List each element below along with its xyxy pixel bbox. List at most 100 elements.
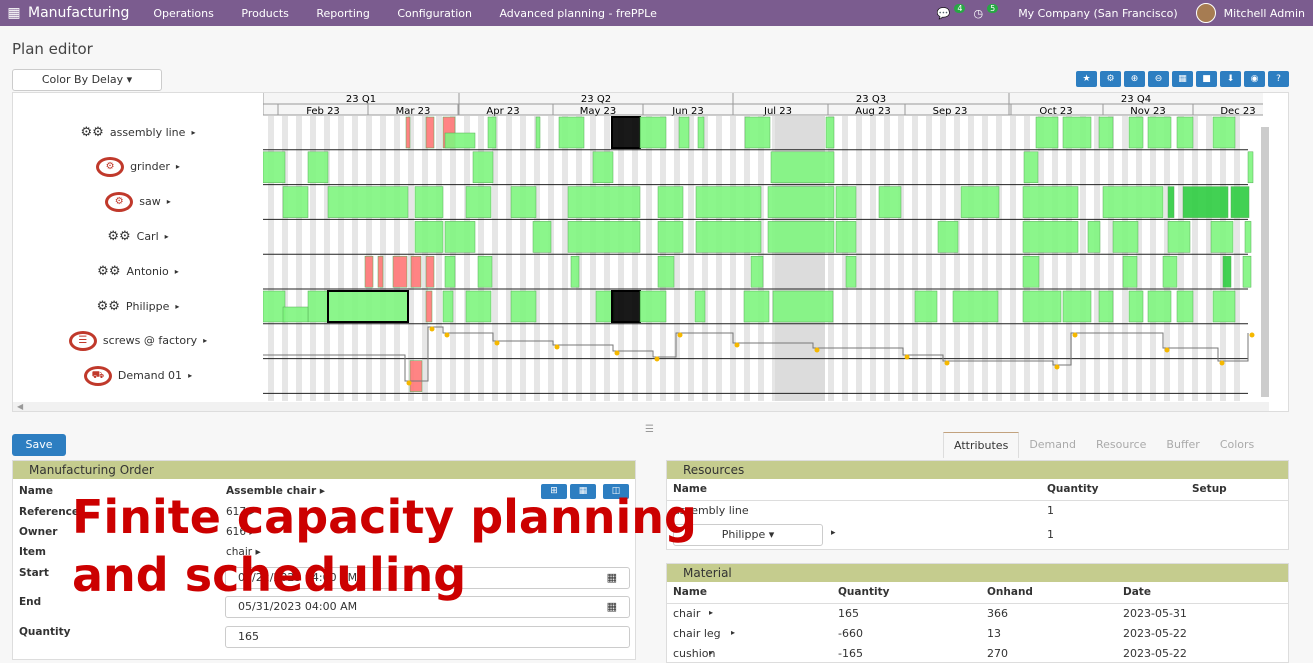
gantt-row-label[interactable]: ⚙ saw ▸ (13, 185, 263, 219)
main-menu: Operations Products Reporting Configurat… (153, 7, 681, 20)
save-button[interactable]: Save (12, 434, 66, 456)
operation-bar (1062, 116, 1092, 149)
operation-bar (1112, 221, 1139, 253)
resource-select[interactable]: Philippe ▾ (673, 524, 823, 546)
page-title: Plan editor (12, 40, 93, 58)
caret-right-icon[interactable]: ▸ (167, 197, 171, 206)
caret-right-icon[interactable]: ▸ (191, 128, 195, 137)
caret-right-icon[interactable]: ▸ (175, 302, 179, 311)
zoom-in-icon[interactable]: ⊕ (1124, 71, 1145, 87)
tab-attributes[interactable]: Attributes (943, 432, 1020, 458)
material-col-onhand: Onhand (987, 586, 1033, 598)
mo-reference-value[interactable]: 617 ▸ (226, 506, 255, 518)
mo-owner-value[interactable]: 616 ▸ (226, 526, 255, 538)
gantt-chart[interactable]: 23 Q1 23 Q2 23 Q3 23 Q4Feb 23 Mar 23 Apr 23 Ma… (263, 93, 1263, 411)
no-gears-icon: ⚙ (105, 191, 134, 212)
mo-name-value[interactable]: Assemble chair ▸ (226, 485, 325, 497)
company-switcher[interactable]: My Company (San Francisco) (1018, 7, 1177, 20)
menu-reporting[interactable]: Reporting (316, 7, 369, 20)
operation-bar (364, 255, 374, 288)
operation-bar (678, 116, 690, 149)
resize-handle-icon[interactable]: ☰ (645, 424, 654, 435)
operation-bar (1210, 221, 1234, 253)
material-col-date: Date (1123, 586, 1151, 598)
caret-right-icon[interactable]: ▸ (731, 628, 735, 637)
caret-right-icon[interactable]: ▸ (831, 528, 836, 538)
gantt-row-label[interactable]: ⛟ Demand 01 ▸ (13, 359, 263, 393)
operation-bar (695, 221, 762, 253)
tab-demand[interactable]: Demand (1019, 432, 1086, 458)
mo-split-icon[interactable]: ◫ (603, 484, 629, 499)
menu-configuration[interactable]: Configuration (397, 7, 472, 20)
menu-advanced-planning[interactable]: Advanced planning - frePPLe (499, 7, 656, 20)
mo-start-input[interactable]: 05/22/2023 04:00 AM ▦ (225, 567, 630, 589)
inventory-event-dot (814, 347, 820, 353)
gantt-row-label[interactable]: ⚙⚙ assembly line ▸ (13, 115, 263, 149)
gantt-row-label[interactable]: ⚙⚙ Philippe ▸ (13, 289, 263, 323)
calendar-icon[interactable]: ▦ (607, 597, 617, 617)
mo-quantity-input[interactable]: 165 (225, 626, 630, 648)
apps-menu-icon[interactable]: ▦ (0, 5, 28, 21)
operation-bar (611, 290, 641, 323)
mo-calendar-icon[interactable]: ▦ (570, 484, 596, 499)
gantt-row-label[interactable]: ⚙⚙ Antonio ▸ (13, 254, 263, 288)
mo-item-value[interactable]: chair ▸ (226, 546, 261, 558)
menu-products[interactable]: Products (241, 7, 289, 20)
star-icon[interactable]: ★ (1076, 71, 1097, 87)
operation-bar (263, 151, 286, 184)
material-cell-name[interactable]: chair (673, 607, 700, 620)
zoom-out-icon[interactable]: ⊖ (1148, 71, 1169, 87)
inventory-event-dot (944, 360, 950, 366)
quarter-label: 23 Q4 (1121, 94, 1151, 105)
mo-add-icon[interactable]: ⊞ (541, 484, 567, 499)
activity-clock-icon[interactable]: ◷ (973, 7, 983, 20)
no-buffer-icon: ☰ (68, 330, 97, 351)
calendar-icon[interactable]: ▦ (607, 568, 617, 588)
calendar-icon[interactable]: ▦ (1172, 71, 1193, 87)
operation-bar (409, 360, 423, 392)
operation-bar (465, 290, 492, 323)
resource-select-text: Philippe (721, 528, 766, 541)
vertical-scrollbar[interactable] (1261, 127, 1269, 397)
help-icon[interactable]: ? (1268, 71, 1289, 87)
gantt-row-label[interactable]: ⚙⚙ Carl ▸ (13, 219, 263, 253)
color-by-dropdown[interactable]: Color By Delay ▾ (12, 69, 162, 91)
caret-right-icon[interactable]: ▸ (175, 267, 179, 276)
download-icon[interactable]: ⬇ (1220, 71, 1241, 87)
caret-right-icon[interactable]: ▸ (709, 608, 713, 617)
caret-right-icon[interactable]: ▸ (188, 371, 192, 380)
gantt-row-label[interactable]: ☰ screws @ factory ▸ (13, 324, 263, 358)
user-menu[interactable]: Mitchell Admin (1224, 7, 1305, 20)
operation-bar (1162, 255, 1178, 288)
gears-icon: ⚙⚙ (107, 228, 131, 244)
caret-right-icon[interactable]: ▸ (165, 232, 169, 241)
chat-icon[interactable]: 💬 (937, 7, 951, 20)
gears-icon: ⚙⚙ (97, 263, 121, 279)
tab-buffer[interactable]: Buffer (1156, 432, 1209, 458)
operation-bar (405, 116, 411, 149)
activity-count-badge: 5 (987, 3, 999, 13)
material-cell-name[interactable]: chair leg (673, 627, 721, 640)
operation-bar (1244, 221, 1252, 253)
operation-bar (1087, 221, 1101, 253)
inventory-event-dot (1219, 360, 1225, 366)
material-col-quantity: Quantity (838, 586, 890, 598)
caret-right-icon[interactable]: ▸ (176, 162, 180, 171)
resources-header: Resources (667, 461, 1288, 479)
operation-bar (657, 221, 684, 253)
app-name[interactable]: Manufacturing (28, 5, 129, 21)
operation-bar (327, 290, 409, 323)
mo-end-input[interactable]: 05/31/2023 04:00 AM ▦ (225, 596, 630, 618)
operation-bar (282, 186, 309, 218)
gantt-row-label[interactable]: ⚙ grinder ▸ (13, 150, 263, 184)
menu-operations[interactable]: Operations (153, 7, 213, 20)
caret-right-icon[interactable]: ▸ (203, 336, 207, 345)
avatar[interactable] (1195, 3, 1216, 23)
horizontal-scrollbar[interactable]: ◀ (13, 402, 1269, 411)
operation-bar (510, 290, 537, 323)
gears-button-icon[interactable]: ⚙ (1100, 71, 1121, 87)
tab-resource[interactable]: Resource (1086, 432, 1156, 458)
eye-icon[interactable]: ◉ (1244, 71, 1265, 87)
fullscreen-icon[interactable]: ■ (1196, 71, 1217, 87)
tab-colors[interactable]: Colors (1210, 432, 1264, 458)
